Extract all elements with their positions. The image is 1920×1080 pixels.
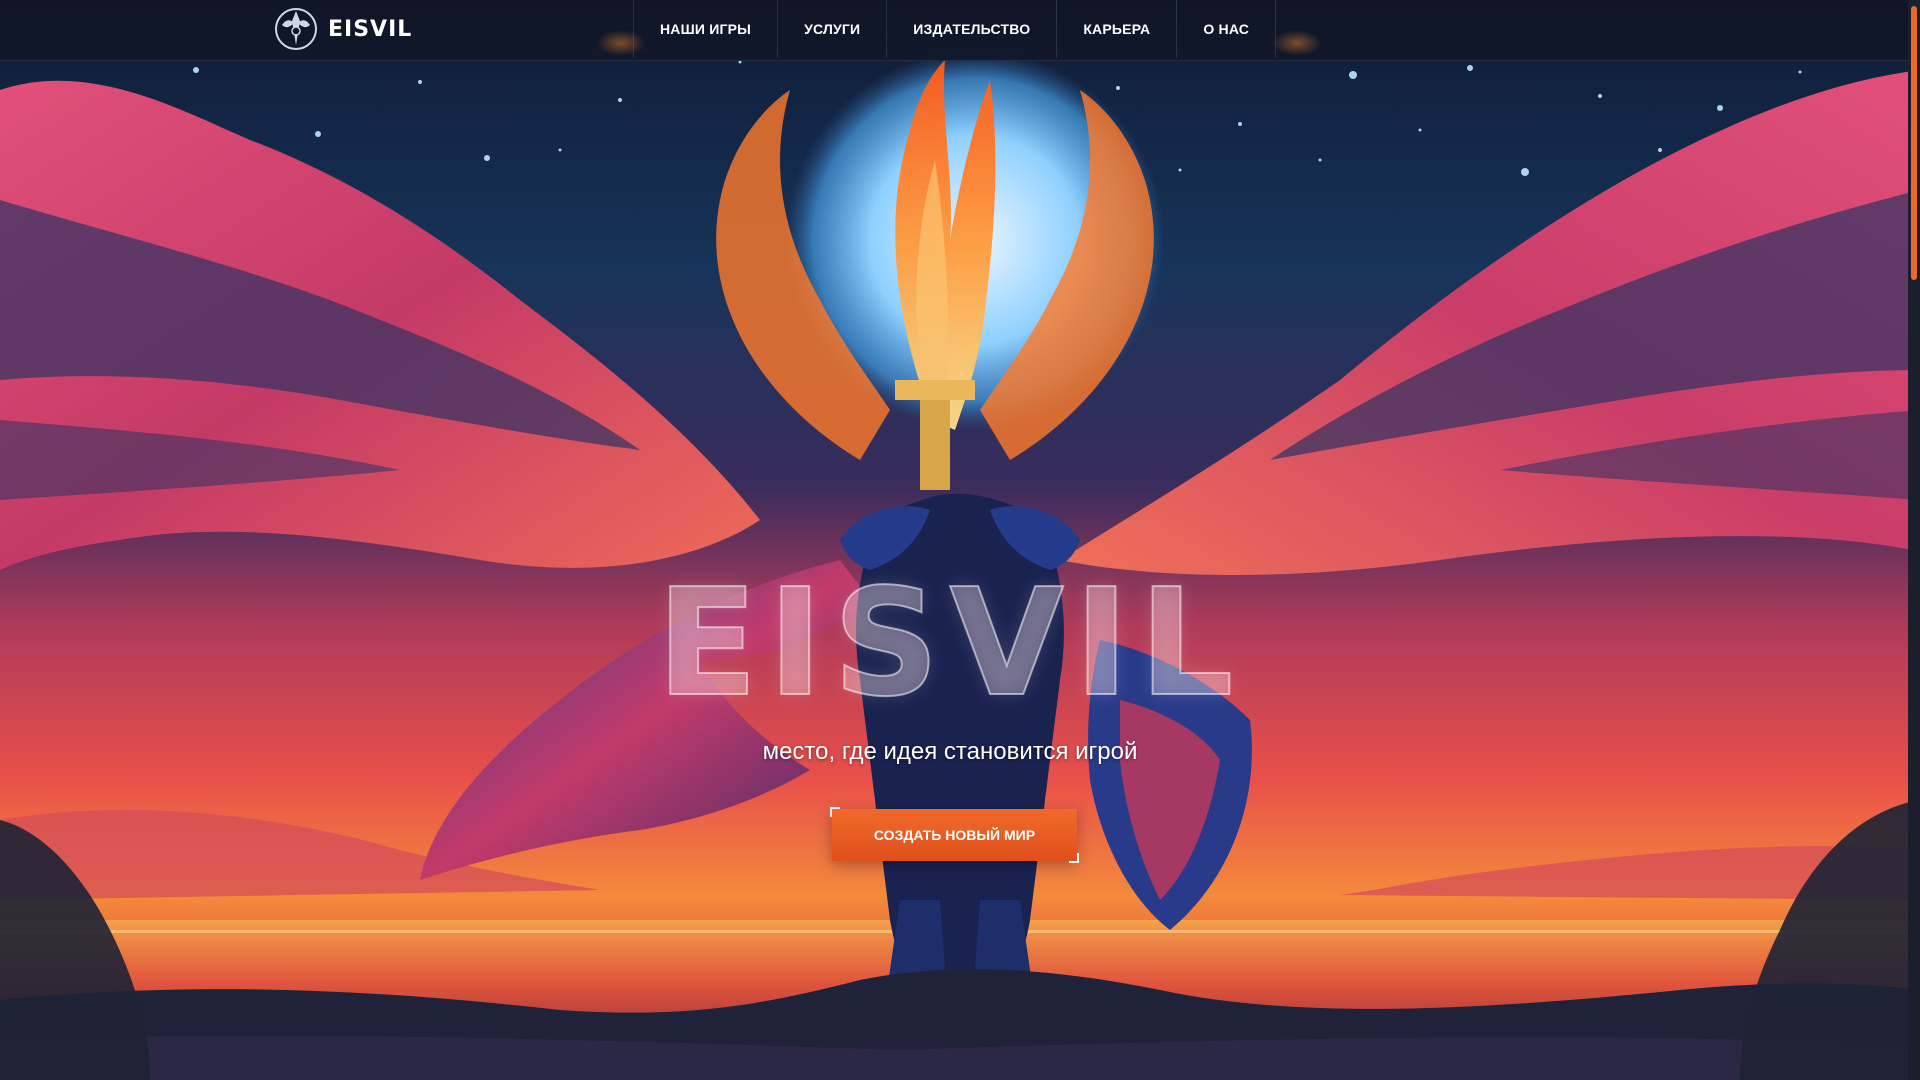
scrollbar-thumb[interactable] bbox=[1911, 6, 1917, 280]
create-new-world-button[interactable]: СОЗДАТЬ НОВЫЙ МИР bbox=[832, 809, 1077, 861]
corner-bracket bbox=[1069, 853, 1079, 863]
site-header: EISVIL НАШИ ИГРЫ УСЛУГИ ИЗДАТЕЛЬСТВО КАР… bbox=[0, 0, 1920, 61]
cta-wrapper: СОЗДАТЬ НОВЫЙ МИР bbox=[830, 807, 1079, 863]
page: EISVIL НАШИ ИГРЫ УСЛУГИ ИЗДАТЕЛЬСТВО КАР… bbox=[0, 0, 1920, 1080]
page-scrollbar[interactable] bbox=[1908, 0, 1920, 1080]
logo-text: EISVIL bbox=[328, 16, 413, 42]
hero-title: EISVIL bbox=[656, 557, 1244, 729]
nav-item-about[interactable]: О НАС bbox=[1176, 0, 1277, 58]
crest-emblem-icon bbox=[275, 8, 317, 50]
hero-subtitle: место, где идея становится игрой bbox=[762, 738, 1138, 765]
nav-item-services[interactable]: УСЛУГИ bbox=[777, 0, 886, 58]
nav-item-our-games[interactable]: НАШИ ИГРЫ bbox=[633, 0, 777, 58]
main-nav: НАШИ ИГРЫ УСЛУГИ ИЗДАТЕЛЬСТВО КАРЬЕРА О … bbox=[633, 0, 1277, 58]
hero-illustration bbox=[0, 0, 1920, 1080]
nav-item-career[interactable]: КАРЬЕРА bbox=[1056, 0, 1176, 58]
nav-item-publishing[interactable]: ИЗДАТЕЛЬСТВО bbox=[886, 0, 1056, 58]
logo[interactable]: EISVIL bbox=[272, 6, 412, 52]
